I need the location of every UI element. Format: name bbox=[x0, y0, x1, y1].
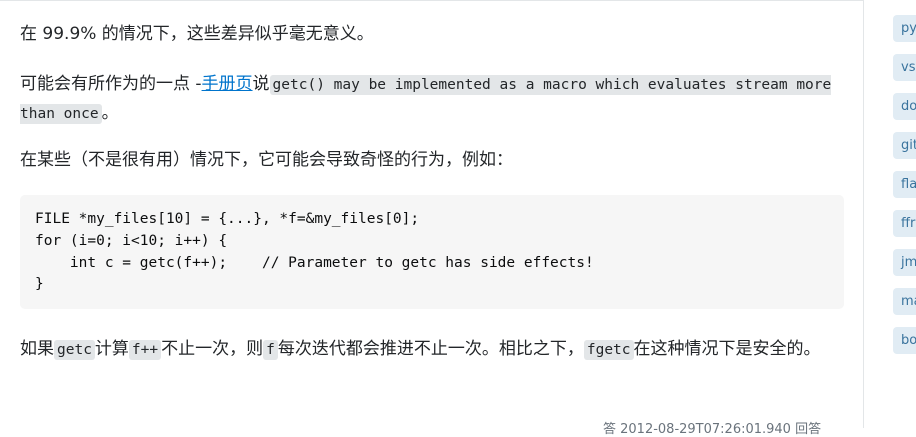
code-block: FILE *my_files[10] = {...}, *f=&my_files… bbox=[20, 195, 844, 309]
paragraph-4-d: 每次迭代都会推进不止一次。相比之下， bbox=[277, 339, 584, 359]
inline-code-getc: getc bbox=[54, 340, 95, 360]
paragraph-4-e: 在这种情况下是安全的。 bbox=[633, 339, 821, 359]
paragraph-4-c: 不止一次，则 bbox=[161, 339, 264, 359]
tag-bo[interactable]: bo bbox=[893, 327, 916, 354]
tag-fla[interactable]: fla bbox=[893, 171, 916, 198]
inline-code-f: f bbox=[263, 340, 278, 360]
tag-ma[interactable]: ma bbox=[893, 288, 916, 315]
tag-do[interactable]: do bbox=[893, 93, 916, 120]
divider bbox=[0, 0, 864, 1]
tag-ffr[interactable]: ffr bbox=[893, 210, 916, 237]
paragraph-4: 如果 getc 计算 f++ 不止一次，则 f 每次迭代都会推进不止一次。相比之下， fget… bbox=[20, 335, 844, 364]
paragraph-2: 可能会有所作为的一点 -手册页说 getc() may be implemente… bbox=[20, 70, 844, 128]
tag-py[interactable]: py bbox=[893, 15, 916, 42]
answer-panel: 在 99.9% 的情况下，这些差异似乎毫无意义。 可能会有所作为的一点 -手册页… bbox=[0, 0, 864, 437]
paragraph-4-a: 如果 bbox=[20, 339, 54, 359]
related-tags-sidebar: py vs do git fla ffr jm ma bo bbox=[893, 0, 916, 428]
inline-code-fpp: f++ bbox=[128, 340, 162, 360]
paragraph-2-prefix: 可能会有所作为的一点 - bbox=[20, 74, 202, 94]
paragraph-2-suffix: 。 bbox=[101, 103, 119, 123]
paragraph-3: 在某些（不是很有用）情况下，它可能会导致奇怪的行为，例如： bbox=[20, 150, 513, 170]
tag-vs[interactable]: vs bbox=[893, 54, 916, 81]
tag-jm[interactable]: jm bbox=[893, 249, 916, 276]
paragraph-1: 在 99.9% 的情况下，这些差异似乎毫无意义。 bbox=[20, 24, 374, 44]
tag-git[interactable]: git bbox=[893, 132, 916, 159]
paragraph-4-b: 计算 bbox=[94, 339, 129, 359]
paragraph-2-mid: 说 bbox=[252, 74, 270, 94]
manual-page-link[interactable]: 手册页 bbox=[202, 74, 253, 94]
inline-code-fgetc: fgetc bbox=[583, 340, 634, 360]
